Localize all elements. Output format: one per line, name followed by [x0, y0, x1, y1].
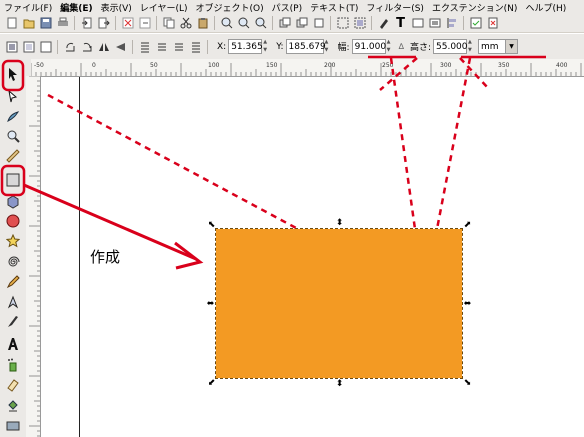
annotation-overlay [0, 55, 546, 270]
dashed-pointer-width-2 [379, 57, 418, 91]
arrow-to-rectangle [23, 183, 197, 261]
rectangle-tool-highlight [0, 164, 26, 197]
dashed-pointer-width-1 [389, 57, 417, 230]
dashed-pointer-selector [47, 93, 299, 231]
dashed-pointer-height-1 [435, 57, 472, 230]
selector-tool-highlight [1, 59, 25, 92]
